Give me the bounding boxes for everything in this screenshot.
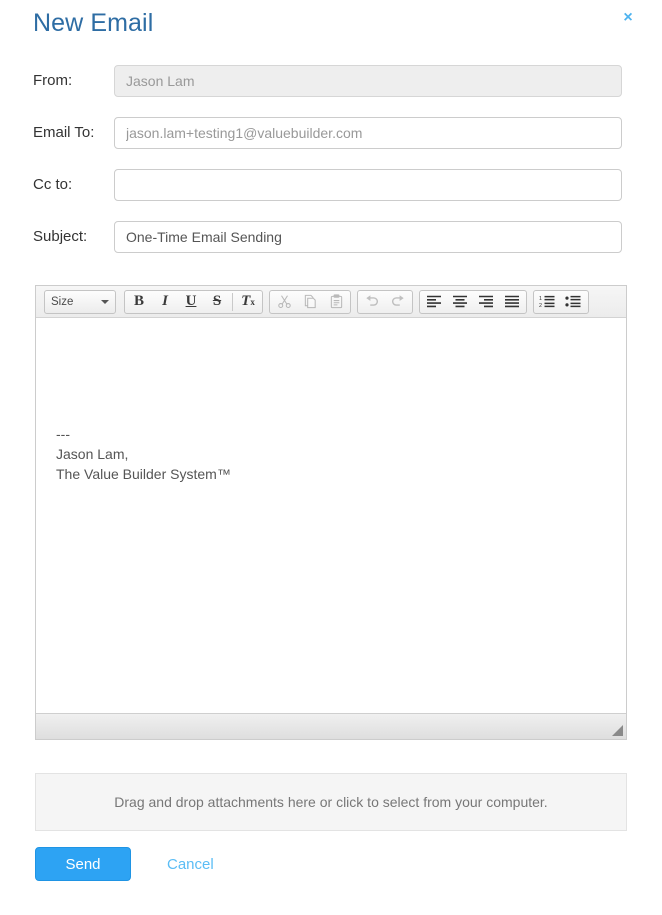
undo-icon[interactable] [359, 291, 385, 313]
page-title: New Email [33, 9, 154, 37]
toolbar-group-lists: 1 2 [533, 289, 589, 314]
signature-separator: --- [56, 426, 70, 442]
resize-grip-icon[interactable] [612, 725, 623, 736]
form-row-from: From: [0, 58, 662, 110]
send-button[interactable]: Send [35, 847, 131, 881]
subject-input[interactable] [114, 221, 622, 253]
toolbar-group-clipboard [269, 289, 351, 314]
from-label: From: [33, 72, 73, 89]
redo-icon[interactable] [385, 291, 411, 313]
svg-text:1: 1 [539, 296, 542, 302]
rich-text-editor: Size B I U S Tx 1 2 --- Jason Lam, The V… [35, 285, 627, 740]
align-center-icon[interactable] [447, 291, 473, 313]
bold-button[interactable]: B [126, 291, 152, 313]
cc-to-label: Cc to: [33, 176, 73, 193]
close-icon[interactable]: × [618, 8, 638, 28]
signature-company: The Value Builder System™ [56, 466, 231, 482]
align-right-icon[interactable] [473, 291, 499, 313]
from-field [114, 65, 622, 97]
cut-icon[interactable] [271, 291, 297, 313]
dialog-header: New Email × [0, 0, 662, 58]
svg-text:2: 2 [539, 303, 542, 308]
font-size-label: Size [51, 295, 74, 308]
form-row-email-to: Email To: [0, 110, 662, 162]
toolbar-group-alignment [419, 289, 527, 314]
attachment-dropzone-text: Drag and drop attachments here or click … [114, 794, 548, 810]
form-row-subject: Subject: [0, 214, 662, 266]
form-row-cc-to: Cc to: [0, 162, 662, 214]
email-to-label: Email To: [33, 124, 95, 141]
numbered-list-icon[interactable]: 1 2 [535, 291, 561, 313]
align-left-icon[interactable] [421, 291, 447, 313]
strikethrough-button[interactable]: S [204, 291, 230, 313]
toolbar-divider [232, 292, 233, 311]
font-size-dropdown[interactable]: Size [44, 289, 116, 314]
editor-statusbar [36, 713, 626, 739]
attachment-dropzone[interactable]: Drag and drop attachments here or click … [35, 773, 627, 831]
bulleted-list-icon[interactable] [561, 291, 587, 313]
copy-icon[interactable] [297, 291, 323, 313]
email-to-input[interactable] [114, 117, 622, 149]
toolbar-group-text-format: B I U S Tx [124, 289, 263, 314]
email-body-editor[interactable]: --- Jason Lam, The Value Builder System™ [36, 318, 626, 713]
signature-name: Jason Lam, [56, 446, 129, 462]
dialog-actions: Send Cancel [35, 847, 214, 881]
align-justify-icon[interactable] [499, 291, 525, 313]
paste-icon[interactable] [323, 291, 349, 313]
underline-button[interactable]: U [178, 291, 204, 313]
toolbar-group-history [357, 289, 413, 314]
email-form: From: Email To: Cc to: Subject: [0, 58, 662, 266]
chevron-down-icon [101, 299, 109, 304]
cancel-button[interactable]: Cancel [167, 856, 214, 873]
italic-button[interactable]: I [152, 291, 178, 313]
subject-label: Subject: [33, 228, 88, 245]
remove-format-button[interactable]: Tx [235, 291, 261, 313]
editor-toolbar: Size B I U S Tx 1 2 [36, 286, 626, 318]
cc-to-input[interactable] [114, 169, 622, 201]
